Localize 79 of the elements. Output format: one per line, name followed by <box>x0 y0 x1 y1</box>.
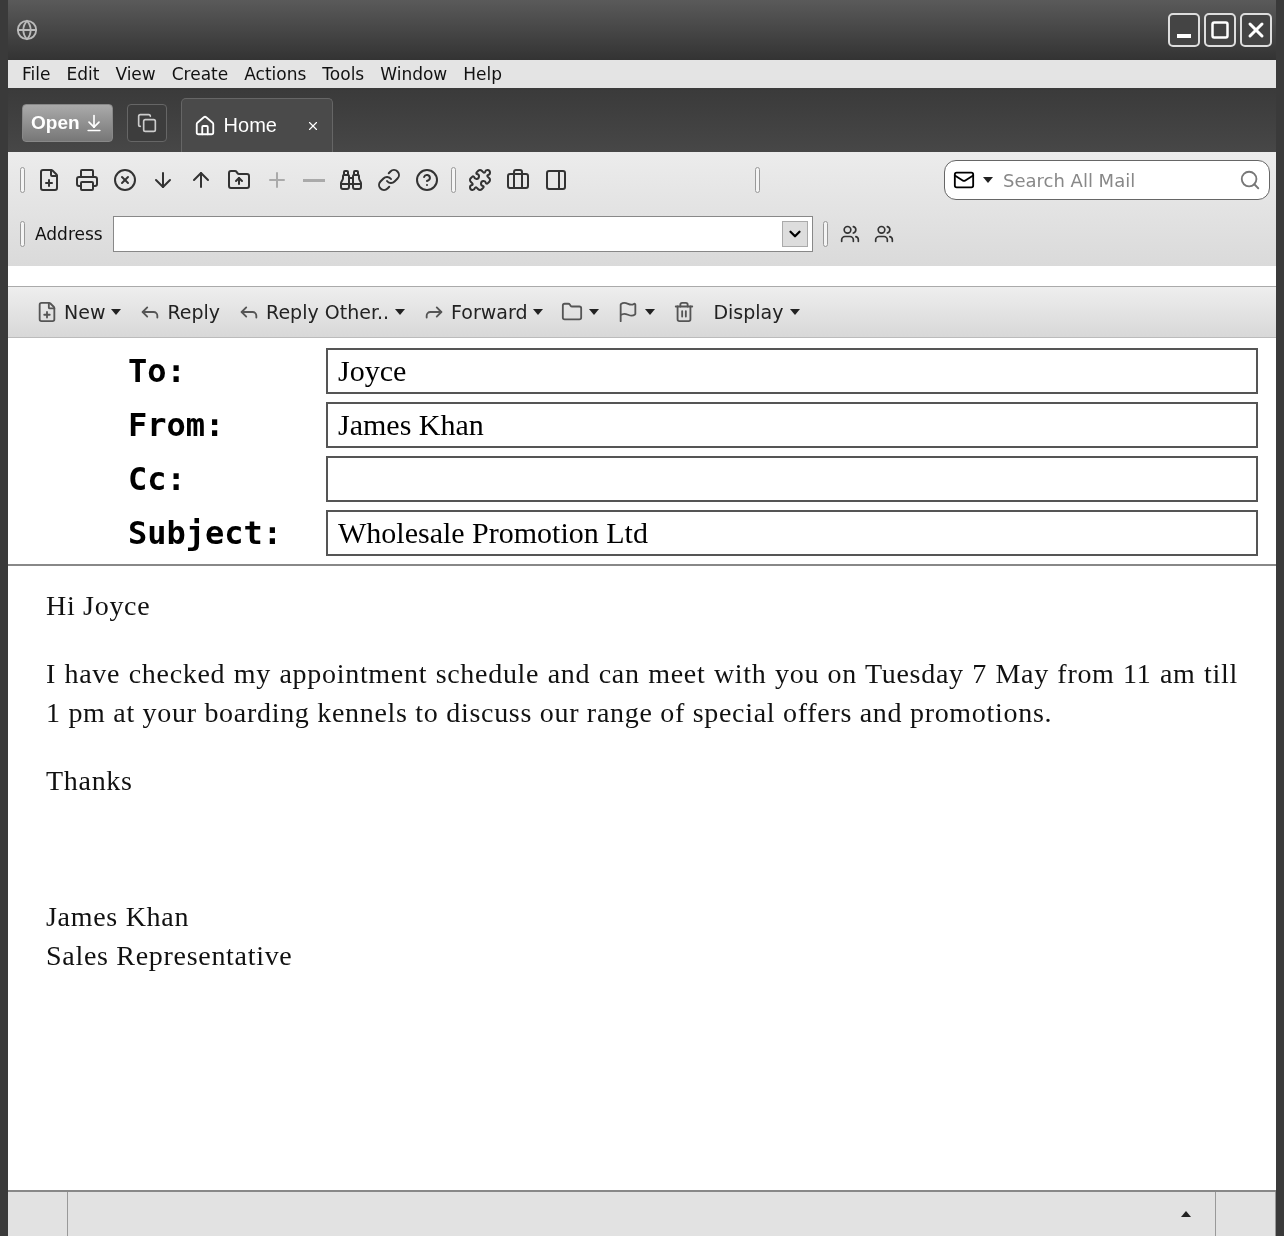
folder-up-icon <box>227 168 251 192</box>
puzzle-icon <box>468 168 492 192</box>
trash-icon <box>673 301 696 323</box>
address-field[interactable] <box>112 216 813 252</box>
search-bar[interactable]: Search All Mail <box>944 160 1270 200</box>
caret-icon <box>789 309 800 315</box>
header-field[interactable] <box>326 456 1258 502</box>
copy-icon <box>136 113 157 133</box>
message-paragraph: Hi Joyce <box>46 589 152 623</box>
briefcase-icon <box>506 168 530 192</box>
field-label: Subject: <box>127 514 284 552</box>
maximize-icon <box>1210 20 1230 40</box>
reply-button[interactable]: Reply Other.. <box>238 301 406 323</box>
caret-icon <box>983 177 993 183</box>
caret-icon <box>645 309 656 315</box>
circle-x-icon <box>113 168 137 192</box>
binoculars-icon <box>339 168 363 192</box>
maximize-button[interactable] <box>1204 13 1236 47</box>
caret-icon <box>589 309 600 315</box>
toolbar-button[interactable] <box>111 166 139 194</box>
toolbar-grip[interactable] <box>754 167 760 193</box>
field-label: From: <box>127 406 226 444</box>
menu-item[interactable]: Help <box>455 64 510 84</box>
message-paragraph: Thanks <box>46 764 134 798</box>
header-field[interactable]: Joyce <box>326 348 1258 394</box>
toolbar-button[interactable] <box>73 166 101 194</box>
tab[interactable]: Home <box>180 98 333 152</box>
printer-icon <box>75 168 99 192</box>
toolbar-grip[interactable] <box>451 167 456 193</box>
toolbar-button[interactable] <box>413 166 441 194</box>
new-document-icon <box>37 168 61 192</box>
signature-line: Sales Representative <box>46 939 294 973</box>
display-button[interactable]: Display <box>713 301 800 323</box>
people-icon <box>839 224 860 244</box>
menu-item[interactable]: Actions <box>236 64 315 84</box>
app-logo-icon <box>16 19 38 41</box>
mail-icon <box>953 169 975 191</box>
header-field[interactable]: James Khan <box>326 402 1258 448</box>
toolbar-grip[interactable] <box>822 221 828 247</box>
link-icon <box>377 168 401 192</box>
minimize-icon <box>1177 34 1191 38</box>
delete-button[interactable] <box>673 301 696 323</box>
menu-item[interactable]: File <box>14 64 59 84</box>
caret-icon <box>111 309 122 315</box>
address-label: Address <box>35 224 103 244</box>
reply-button[interactable]: Reply <box>139 301 221 323</box>
new-button[interactable]: New <box>36 301 122 323</box>
toolbar-grip[interactable] <box>20 167 25 193</box>
caret-icon <box>533 309 544 315</box>
panel-icon <box>544 168 568 192</box>
folder-button[interactable] <box>561 301 600 323</box>
up-caret-icon <box>1181 1211 1191 1217</box>
copy-button[interactable] <box>126 104 167 142</box>
flag-button[interactable] <box>617 301 656 323</box>
new-document-icon <box>36 301 58 323</box>
toolbar-grip[interactable] <box>20 221 25 247</box>
people-icon <box>873 224 894 244</box>
help-icon <box>415 168 439 192</box>
caret-icon <box>395 309 406 315</box>
menu-item[interactable]: View <box>107 64 164 84</box>
menu-item[interactable]: Edit <box>58 64 108 84</box>
menu-item[interactable]: Tools <box>314 64 373 84</box>
toolbar-button[interactable] <box>375 166 403 194</box>
search-icon[interactable] <box>1239 169 1261 191</box>
toolbar-button[interactable] <box>466 166 494 194</box>
field-label: Cc: <box>127 460 187 498</box>
close-button[interactable] <box>1240 13 1272 47</box>
signature-line: James Khan <box>46 900 191 934</box>
minus-icon <box>303 178 325 182</box>
home-icon <box>193 114 216 137</box>
message-paragraph: I have checked my appointment schedule and can meet with you on Tuesday 7 May from 11 am till 1 pm at your boarding kennels to discuss our range of special offers and promotions. <box>46 657 1238 730</box>
menu-item[interactable]: Window <box>372 64 456 84</box>
folder-icon <box>561 301 584 323</box>
minimize-button[interactable] <box>1168 13 1200 47</box>
field-label: To: <box>127 352 187 390</box>
forward-button[interactable]: Forward <box>423 301 544 323</box>
dropdown-button[interactable] <box>781 221 808 247</box>
header-field[interactable]: Wholesale Promotion Ltd <box>326 510 1258 556</box>
menu-item[interactable]: Create <box>163 64 237 84</box>
